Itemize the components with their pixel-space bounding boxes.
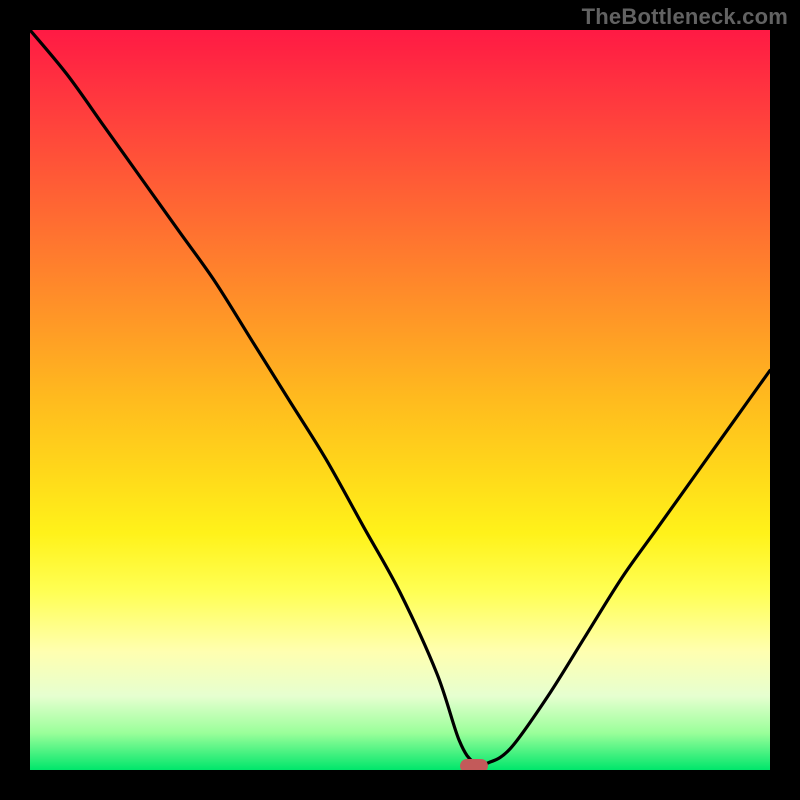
watermark-text: TheBottleneck.com [582,4,788,30]
chart-frame: TheBottleneck.com [0,0,800,800]
plot-area [30,30,770,770]
optimal-point-marker [460,759,488,770]
bottleneck-curve [30,30,770,770]
